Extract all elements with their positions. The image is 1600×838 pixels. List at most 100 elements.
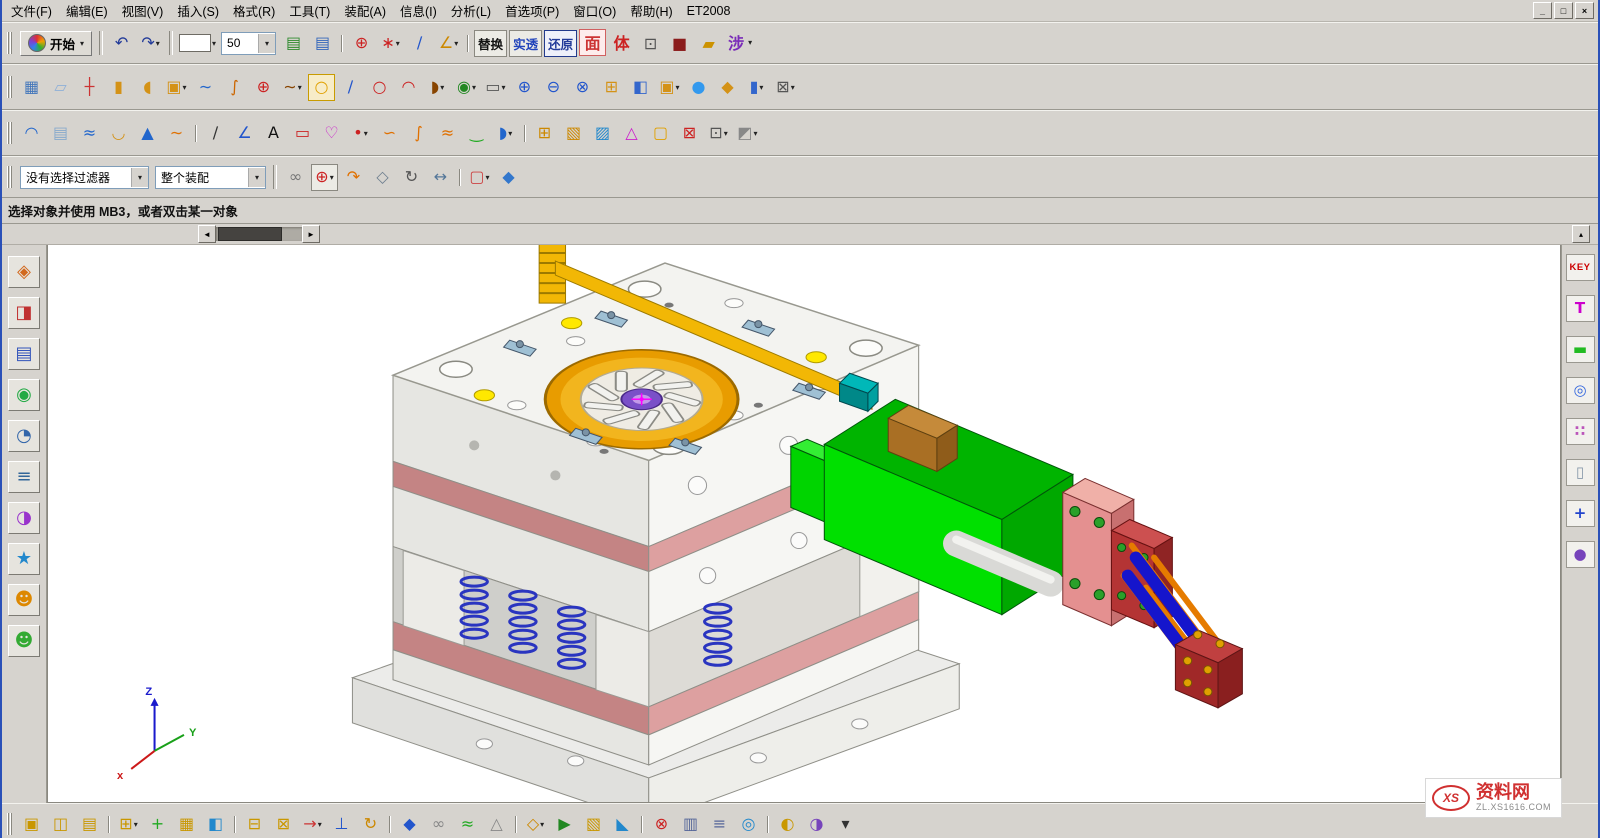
sketch-icon[interactable]: ▦ — [18, 74, 45, 101]
part-navigator-icon[interactable]: ▤ — [8, 338, 40, 370]
mirror-assembly-icon[interactable]: ◧ — [202, 811, 229, 838]
cylinder-end-plate[interactable] — [1175, 631, 1242, 708]
exploded-views-icon[interactable]: ◇▾ — [522, 811, 549, 838]
toolbar-grip[interactable] — [7, 122, 12, 144]
layer-category-icon[interactable]: ▤ — [309, 30, 336, 57]
toolbar-grip[interactable] — [7, 32, 12, 54]
swept-icon[interactable]: ≈ — [76, 120, 103, 147]
suppress-icon[interactable]: ◩▾ — [734, 120, 761, 147]
spheres-tab-icon[interactable]: ◎ — [1566, 377, 1595, 404]
check-interference-icon[interactable]: ⊗ — [648, 811, 675, 838]
extrude-icon[interactable]: ▮ — [105, 74, 132, 101]
assembly-navigator-icon[interactable]: ◈ — [8, 256, 40, 288]
redo-icon[interactable]: ↷▾ — [137, 30, 164, 57]
freeform-icon[interactable]: ∼ — [163, 120, 190, 147]
orient-view-icon[interactable]: ↷ — [340, 164, 367, 191]
menu-view[interactable]: 视图(V) — [115, 0, 171, 22]
scroll-up-button[interactable]: ▴ — [1572, 225, 1590, 243]
sequence-icon[interactable]: ▶ — [551, 811, 578, 838]
face-display-button[interactable]: 面 — [579, 29, 606, 56]
close-button[interactable]: × — [1575, 2, 1594, 19]
copy-face-icon[interactable]: ⊡ — [637, 31, 664, 58]
history-icon[interactable]: ◔ — [8, 420, 40, 452]
intersect-curve-icon[interactable]: ≈ — [434, 120, 461, 147]
conic-icon[interactable]: ◗▾ — [424, 74, 451, 101]
point-icon[interactable]: ⊕ — [250, 74, 277, 101]
studio-spline-icon[interactable]: ∼ — [192, 74, 219, 101]
studio-surface-icon[interactable]: ♡ — [318, 120, 345, 147]
trim-body-icon[interactable]: ⊠▾ — [772, 74, 799, 101]
bridge-curve-icon[interactable]: ‿ — [463, 120, 490, 147]
intersect-icon[interactable]: ⊗ — [569, 74, 596, 101]
arrangements-icon[interactable]: ▧ — [580, 811, 607, 838]
unite-icon[interactable]: ⊕ — [511, 74, 538, 101]
show-dof-icon[interactable]: ↻ — [357, 811, 384, 838]
graphics-viewport[interactable]: Z Y x — [47, 245, 1561, 803]
link-ring-icon[interactable]: ○ — [308, 74, 335, 101]
solid-red-cube-icon[interactable]: ■ — [666, 31, 693, 58]
model-canvas[interactable]: Z Y x — [48, 245, 1560, 802]
toolbar-grip[interactable] — [7, 76, 12, 98]
circle-icon[interactable]: ○ — [366, 74, 393, 101]
selection-filter-select[interactable]: 没有选择过滤器 ▾ — [20, 166, 149, 189]
dropdown-arrow-icon[interactable]: ▾ — [131, 168, 148, 187]
arc-icon[interactable]: ◠ — [395, 74, 422, 101]
menu-preferences[interactable]: 首选项(P) — [498, 0, 566, 22]
offset-curve-icon[interactable]: ∽ — [376, 120, 403, 147]
component-properties-icon[interactable]: ≡ — [706, 811, 733, 838]
datum-csys-icon[interactable]: ┼ — [76, 74, 103, 101]
rectangle-icon[interactable]: ▭▾ — [482, 74, 509, 101]
first-aid-tab-icon[interactable]: + — [1566, 500, 1595, 527]
wireframe-cube-icon[interactable]: ◇ — [369, 164, 396, 191]
isolate-component-icon[interactable]: ◎ — [735, 811, 762, 838]
new-component-icon[interactable]: + — [144, 811, 171, 838]
shell-icon[interactable]: ▣▾ — [656, 74, 683, 101]
datum-plane-icon[interactable]: ▱ — [47, 74, 74, 101]
rotate-view-icon[interactable]: ↻ — [398, 164, 425, 191]
scrollbar-track[interactable] — [216, 227, 302, 241]
layer-select[interactable]: 50 ▾ — [221, 32, 276, 55]
revolve-icon[interactable]: ◖ — [134, 74, 161, 101]
start-menu-button[interactable]: 开始 ▾ — [20, 31, 92, 56]
body-display-button[interactable]: 体 — [608, 29, 635, 56]
product-outline-icon[interactable]: ▤ — [76, 811, 103, 838]
wcs-dynamics-icon[interactable]: ⊕ — [348, 30, 375, 57]
line2-icon[interactable]: ∕ — [202, 120, 229, 147]
point-set-icon[interactable]: •▾ — [347, 120, 374, 147]
rect-outline-icon[interactable]: ▭ — [289, 120, 316, 147]
cup-tab-icon[interactable]: ▯ — [1566, 459, 1595, 486]
remember-constraints-icon[interactable]: ◆ — [396, 811, 423, 838]
menu-edit[interactable]: 编辑(E) — [59, 0, 115, 22]
wcs-orient-icon[interactable]: ∗▾ — [377, 30, 404, 57]
restore-button[interactable]: □ — [1554, 2, 1573, 19]
measure-angle-icon[interactable]: ∠▾ — [435, 30, 462, 57]
wave-linker-icon[interactable]: ≈ — [454, 811, 481, 838]
add-component-icon[interactable]: ⊞▾ — [115, 811, 142, 838]
move-object-icon[interactable]: ⊞ — [531, 120, 558, 147]
replace-button[interactable]: 替换 — [474, 30, 507, 57]
interpart-links-icon[interactable]: ∞ — [425, 811, 452, 838]
dropdown-arrow-icon[interactable]: ▾ — [248, 168, 265, 187]
tools-palette-icon[interactable]: ★ — [8, 543, 40, 575]
gold-bar-icon[interactable]: ▰ — [695, 31, 722, 58]
move-component-icon[interactable]: →▾ — [299, 811, 326, 838]
information-icon[interactable]: ≡ — [8, 461, 40, 493]
wade-button[interactable]: 涉▾ — [724, 29, 753, 56]
project-curve-icon[interactable]: ∫ — [405, 120, 432, 147]
bolt-icon[interactable]: ◆ — [714, 74, 741, 101]
menu-assemblies[interactable]: 装配(A) — [337, 0, 393, 22]
mirror-component-icon[interactable]: ◐ — [774, 811, 801, 838]
subtract-icon[interactable]: ⊖ — [540, 74, 567, 101]
mirror-geometry-icon[interactable]: ▨ — [589, 120, 616, 147]
touch-user-icon[interactable]: ☻ — [8, 625, 40, 657]
menu-help[interactable]: 帮助(H) — [623, 0, 679, 22]
snap-point-icon[interactable]: ⊕▾ — [311, 164, 338, 191]
variation-icon[interactable]: ◑ — [803, 811, 830, 838]
pattern-feature-icon[interactable]: ⊞ — [598, 74, 625, 101]
toolbar-grip[interactable] — [7, 813, 12, 835]
clipboard-icon[interactable]: ⊡▾ — [705, 120, 732, 147]
molecule-tab-icon[interactable]: ∷ — [1566, 418, 1595, 445]
clearance-analysis-icon[interactable]: ◣ — [609, 811, 636, 838]
extract-body-icon[interactable]: ▢ — [647, 120, 674, 147]
reuse-library-icon[interactable]: ◉ — [8, 379, 40, 411]
